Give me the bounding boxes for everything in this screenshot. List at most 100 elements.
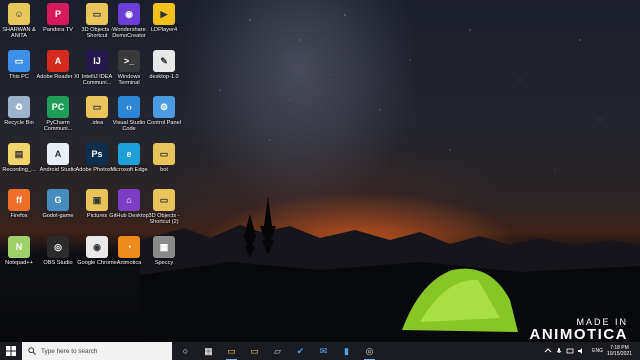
search-icon: [28, 347, 36, 355]
taskbar-cortana-button[interactable]: ▦: [201, 342, 216, 360]
desktop-icon-label: This PC: [9, 74, 29, 80]
desktop-icon-wondershare-democreator[interactable]: ◉ Wondershare DemoCreator: [110, 3, 148, 40]
desktop-icon-label: Android Studio: [39, 167, 77, 173]
intellij-icon: IJ: [86, 50, 108, 72]
chrome-icon: ◉: [86, 236, 108, 258]
animotica-watermark: MADE IN ANIMOTICA: [530, 317, 629, 343]
desktop-icon-notepad[interactable]: N Notepad++: [0, 236, 38, 266]
ldplayer-icon: ▶: [153, 3, 175, 25]
volume-icon[interactable]: [577, 347, 585, 355]
language-indicator[interactable]: ENG: [592, 348, 603, 354]
speccy-icon: ▦: [153, 236, 175, 258]
desktop-icon-label: Control Panel: [147, 120, 181, 126]
this-pc-icon: ▭: [8, 50, 30, 72]
desktop-icon-android-studio[interactable]: A Android Studio: [39, 143, 77, 173]
clock[interactable]: 7:18 PM 10/15/2021: [607, 345, 632, 357]
store-icon: ▮: [344, 345, 349, 356]
search-placeholder: Type here to search: [41, 347, 98, 355]
desktop-icon-label: Speccy: [154, 260, 174, 266]
vscode-icon: ‹›: [118, 96, 140, 118]
desktop-icon-visual-studio-code[interactable]: ‹› Visual Studio Code: [110, 96, 148, 133]
desktop-icon-firefox[interactable]: ff Firefox: [0, 189, 38, 219]
desktop-icon-ldplayer4[interactable]: ▶ LDPlayer4: [145, 3, 183, 33]
taskbar-search-box[interactable]: Type here to search: [22, 342, 172, 360]
control-panel-icon: ⚙: [153, 96, 175, 118]
folder-shortcut-icon: ▭: [86, 3, 108, 25]
cortana-icon: ▦: [204, 345, 213, 356]
animotica-icon: ◔: [118, 236, 140, 258]
desktop-icon-label: SHARWAN & ANITA: [2, 27, 36, 40]
firefox-icon: ff: [8, 189, 30, 211]
desktop-icon-label: Firefox: [10, 213, 28, 219]
pycharm-icon: PC: [47, 96, 69, 118]
tablet-icon: ▱: [274, 345, 281, 356]
system-tray: ENG 7:18 PM 10/15/2021: [544, 342, 632, 360]
github-icon: ⌂: [118, 189, 140, 211]
democreator-icon: ◉: [118, 3, 140, 25]
desktop-icon-obs-studio[interactable]: ◎ OBS Studio: [39, 236, 77, 266]
desktop-icon-adobe-reader-xi[interactable]: A Adobe Reader XI: [36, 50, 80, 80]
notepadpp-icon: N: [8, 236, 30, 258]
folder-icon: ▭: [250, 345, 259, 356]
clock-date: 10/15/2021: [606, 351, 632, 357]
desktop-icon-godot-game[interactable]: G Godot-game: [39, 189, 77, 219]
desktop-icon-recycle-bin[interactable]: ♻ Recycle Bin: [0, 96, 38, 126]
windows-logo-icon: [6, 346, 16, 356]
desktop-icon-desktop-1-0[interactable]: ✎ desktop-1.0: [145, 50, 183, 80]
folder-shortcut-icon: ▭: [153, 189, 175, 211]
obs-icon: ◎: [365, 345, 374, 356]
start-button[interactable]: [0, 342, 22, 360]
task-view-icon: ○: [182, 346, 189, 356]
desktop-icon-label: LDPlayer4: [150, 27, 178, 33]
godot-icon: G: [47, 189, 69, 211]
taskbar-obs-button[interactable]: ◎: [362, 342, 377, 360]
taskbar-mail-button[interactable]: ✉: [316, 342, 331, 360]
taskbar: Type here to search ○ ▦ ▭ ▭ ▱ ✔ ✉ ▮ ◎ ENG 7:18 P…: [0, 342, 640, 360]
folder-icon: ▭: [153, 143, 175, 165]
desktop-icon-label: Recycle Bin: [4, 120, 34, 126]
pictures-folder-icon: ▣: [86, 189, 108, 211]
obs-icon: ◎: [47, 236, 69, 258]
taskbar-store-button[interactable]: ▮: [339, 342, 354, 360]
taskbar-file-explorer-button[interactable]: ▭: [224, 342, 239, 360]
desktop-icon-label: 3D Objects - Shortcut (2): [148, 213, 180, 226]
taskbar-task-view-button[interactable]: ○: [178, 342, 193, 360]
desktop-icon-speccy[interactable]: ▦ Speccy: [145, 236, 183, 266]
desktop-icon-label: Adobe Reader XI: [36, 74, 80, 80]
recycle-bin-icon: ♻: [8, 96, 30, 118]
recording-file-icon: ▤: [8, 143, 30, 165]
desktop-icon-windows-terminal[interactable]: >_ Windows Terminal: [110, 50, 148, 87]
chevron-up-icon[interactable]: [544, 347, 552, 355]
folder-icon: ▭: [86, 96, 108, 118]
desktop-icon-pycharm-communi[interactable]: PC PyCharm Communi...: [39, 96, 77, 133]
desktop-icon-bot[interactable]: ▭ bot: [145, 143, 183, 173]
taskbar-folder-button[interactable]: ▭: [247, 342, 262, 360]
mail-icon: ✉: [319, 345, 328, 356]
desktop-icon-label: Recording_...: [2, 167, 36, 173]
desktop-icon-label: Pandora TV: [43, 27, 73, 33]
network-icon[interactable]: [566, 347, 574, 355]
android-studio-icon: A: [47, 143, 69, 165]
desktop-icon-control-panel[interactable]: ⚙ Control Panel: [145, 96, 183, 126]
stars: [219, 14, 601, 171]
desktop-icon-pandora-tv[interactable]: P Pandora TV: [39, 3, 77, 33]
taskbar-todo-button[interactable]: ✔: [293, 342, 308, 360]
desktop-icon-3d-objects-shortcut-2[interactable]: ▭ 3D Objects - Shortcut (2): [145, 189, 183, 226]
desktop-icon-sharwan-anita[interactable]: ☺ SHARWAN & ANITA: [0, 3, 38, 40]
taskbar-apps: ○ ▦ ▭ ▭ ▱ ✔ ✉ ▮ ◎: [178, 342, 385, 360]
desktop-icon-recording[interactable]: ▤ Recording_...: [0, 143, 38, 173]
desktop-icon-label: OBS Studio: [43, 260, 73, 266]
edge-icon: e: [118, 143, 140, 165]
taskbar-tablet-button[interactable]: ▱: [270, 342, 285, 360]
desktop-icon-this-pc[interactable]: ▭ This PC: [0, 50, 38, 80]
file-explorer-icon: ▭: [227, 345, 236, 356]
inkscape-icon: ✎: [153, 50, 175, 72]
desktop-icon-label: desktop-1.0: [149, 74, 179, 80]
desktop-icon-label: Godot-game: [42, 213, 74, 219]
terminal-icon: >_: [118, 50, 140, 72]
microphone-icon[interactable]: [555, 347, 563, 355]
user-folder-icon: ☺: [8, 3, 30, 25]
desktop-icon-label: PyCharm Communi...: [43, 120, 73, 133]
desktop-icon-label: Notepad++: [5, 260, 33, 266]
photoshop-icon: Ps: [86, 143, 108, 165]
